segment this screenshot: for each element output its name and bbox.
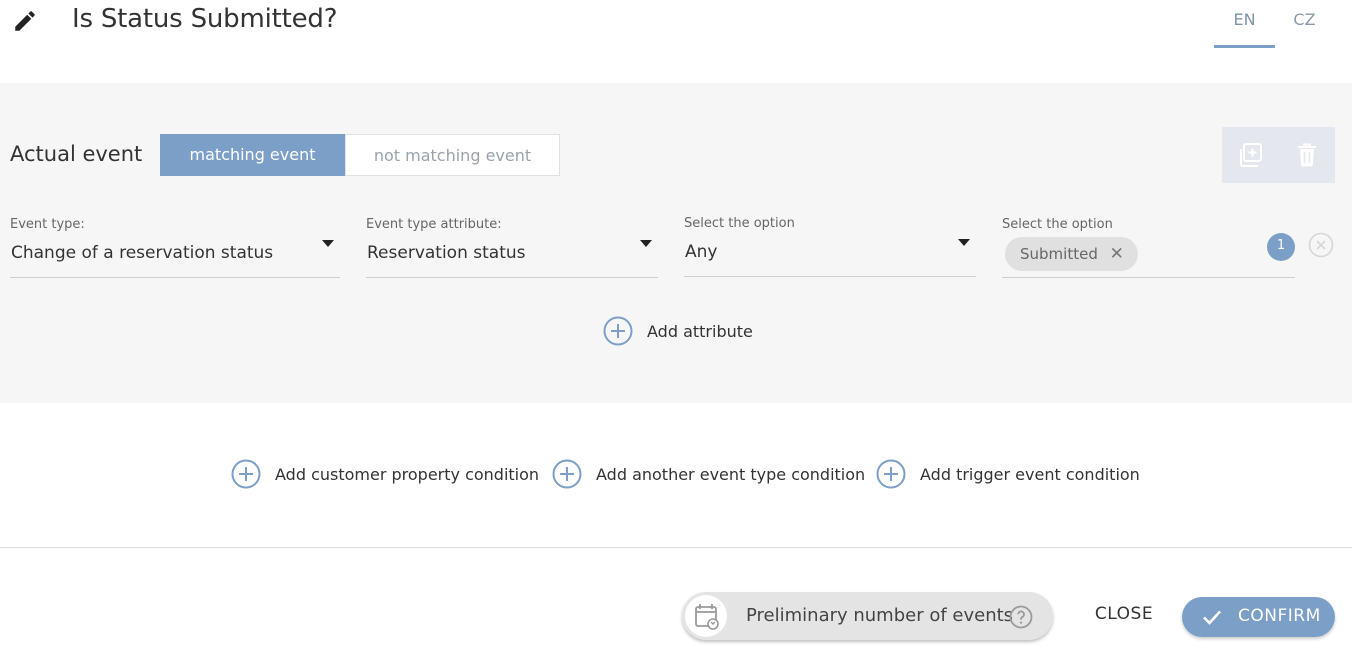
dropdown-arrow-icon[interactable] bbox=[958, 239, 970, 246]
condition-label: Add another event type condition bbox=[596, 464, 866, 484]
checkmark-icon bbox=[1203, 610, 1221, 625]
option-select[interactable]: Select the option Any bbox=[684, 214, 976, 277]
field-label: Event type: bbox=[10, 217, 85, 232]
event-type-select[interactable]: Event type: Change of a reservation stat… bbox=[10, 215, 340, 278]
matching-event-button[interactable]: matching event bbox=[160, 134, 345, 176]
help-icon[interactable] bbox=[1009, 605, 1033, 629]
confirm-button[interactable]: CONFIRM bbox=[1182, 597, 1335, 637]
close-button[interactable]: CLOSE bbox=[1086, 604, 1162, 630]
field-label: Select the option bbox=[684, 216, 795, 231]
dropdown-arrow-icon[interactable] bbox=[640, 240, 652, 247]
match-toggle: matching event not matching event bbox=[160, 134, 560, 176]
add-customer-property-condition-button[interactable]: Add customer property condition bbox=[231, 459, 539, 489]
selected-chip: Submitted ✕ bbox=[1005, 237, 1138, 271]
pencil-icon[interactable] bbox=[12, 8, 38, 34]
add-attribute-label: Add attribute bbox=[647, 321, 753, 341]
chip-label: Submitted bbox=[1020, 245, 1098, 263]
page-title: Is Status Submitted? bbox=[72, 4, 338, 34]
trash-icon[interactable] bbox=[1293, 141, 1321, 169]
condition-editor: Is Status Submitted? EN CZ Actual event … bbox=[0, 0, 1352, 651]
footer-divider bbox=[0, 547, 1352, 548]
plus-circle-icon bbox=[552, 459, 582, 489]
clear-selection-icon[interactable] bbox=[1308, 232, 1334, 258]
add-trigger-event-condition-button[interactable]: Add trigger event condition bbox=[876, 459, 1140, 489]
selected-count-badge: 1 bbox=[1267, 233, 1295, 261]
dropdown-arrow-icon[interactable] bbox=[322, 240, 334, 247]
calendar-refresh-icon bbox=[685, 595, 727, 637]
event-condition-panel: Actual event matching event not matching… bbox=[0, 83, 1352, 403]
field-value: Any bbox=[685, 242, 718, 262]
confirm-label: CONFIRM bbox=[1238, 606, 1321, 626]
plus-circle-icon bbox=[876, 459, 906, 489]
event-block-label: Actual event bbox=[10, 142, 143, 166]
preliminary-count-button[interactable]: Preliminary number of events bbox=[682, 592, 1053, 640]
event-actions bbox=[1222, 127, 1335, 183]
plus-circle-icon bbox=[231, 459, 261, 489]
event-type-attribute-select[interactable]: Event type attribute: Reservation status bbox=[366, 215, 658, 278]
add-attribute-button[interactable]: Add attribute bbox=[603, 316, 753, 346]
condition-label: Add customer property condition bbox=[275, 464, 540, 484]
field-label: Select the option bbox=[1002, 217, 1113, 232]
field-label: Event type attribute: bbox=[366, 217, 502, 232]
option-multiselect[interactable]: Select the option Submitted ✕ bbox=[1002, 215, 1295, 278]
not-matching-event-button[interactable]: not matching event bbox=[345, 134, 560, 176]
tab-language-cz[interactable]: CZ bbox=[1274, 10, 1335, 45]
condition-label: Add trigger event condition bbox=[920, 464, 1140, 484]
preliminary-count-label: Preliminary number of events bbox=[746, 605, 1014, 626]
add-another-event-condition-button[interactable]: Add another event type condition bbox=[552, 459, 865, 489]
field-value: Change of a reservation status bbox=[11, 243, 274, 263]
field-value: Reservation status bbox=[367, 243, 526, 263]
plus-circle-icon bbox=[603, 316, 633, 346]
tab-language-en[interactable]: EN bbox=[1214, 10, 1275, 48]
duplicate-icon[interactable] bbox=[1236, 141, 1264, 169]
chip-remove-icon[interactable]: ✕ bbox=[1110, 237, 1124, 271]
